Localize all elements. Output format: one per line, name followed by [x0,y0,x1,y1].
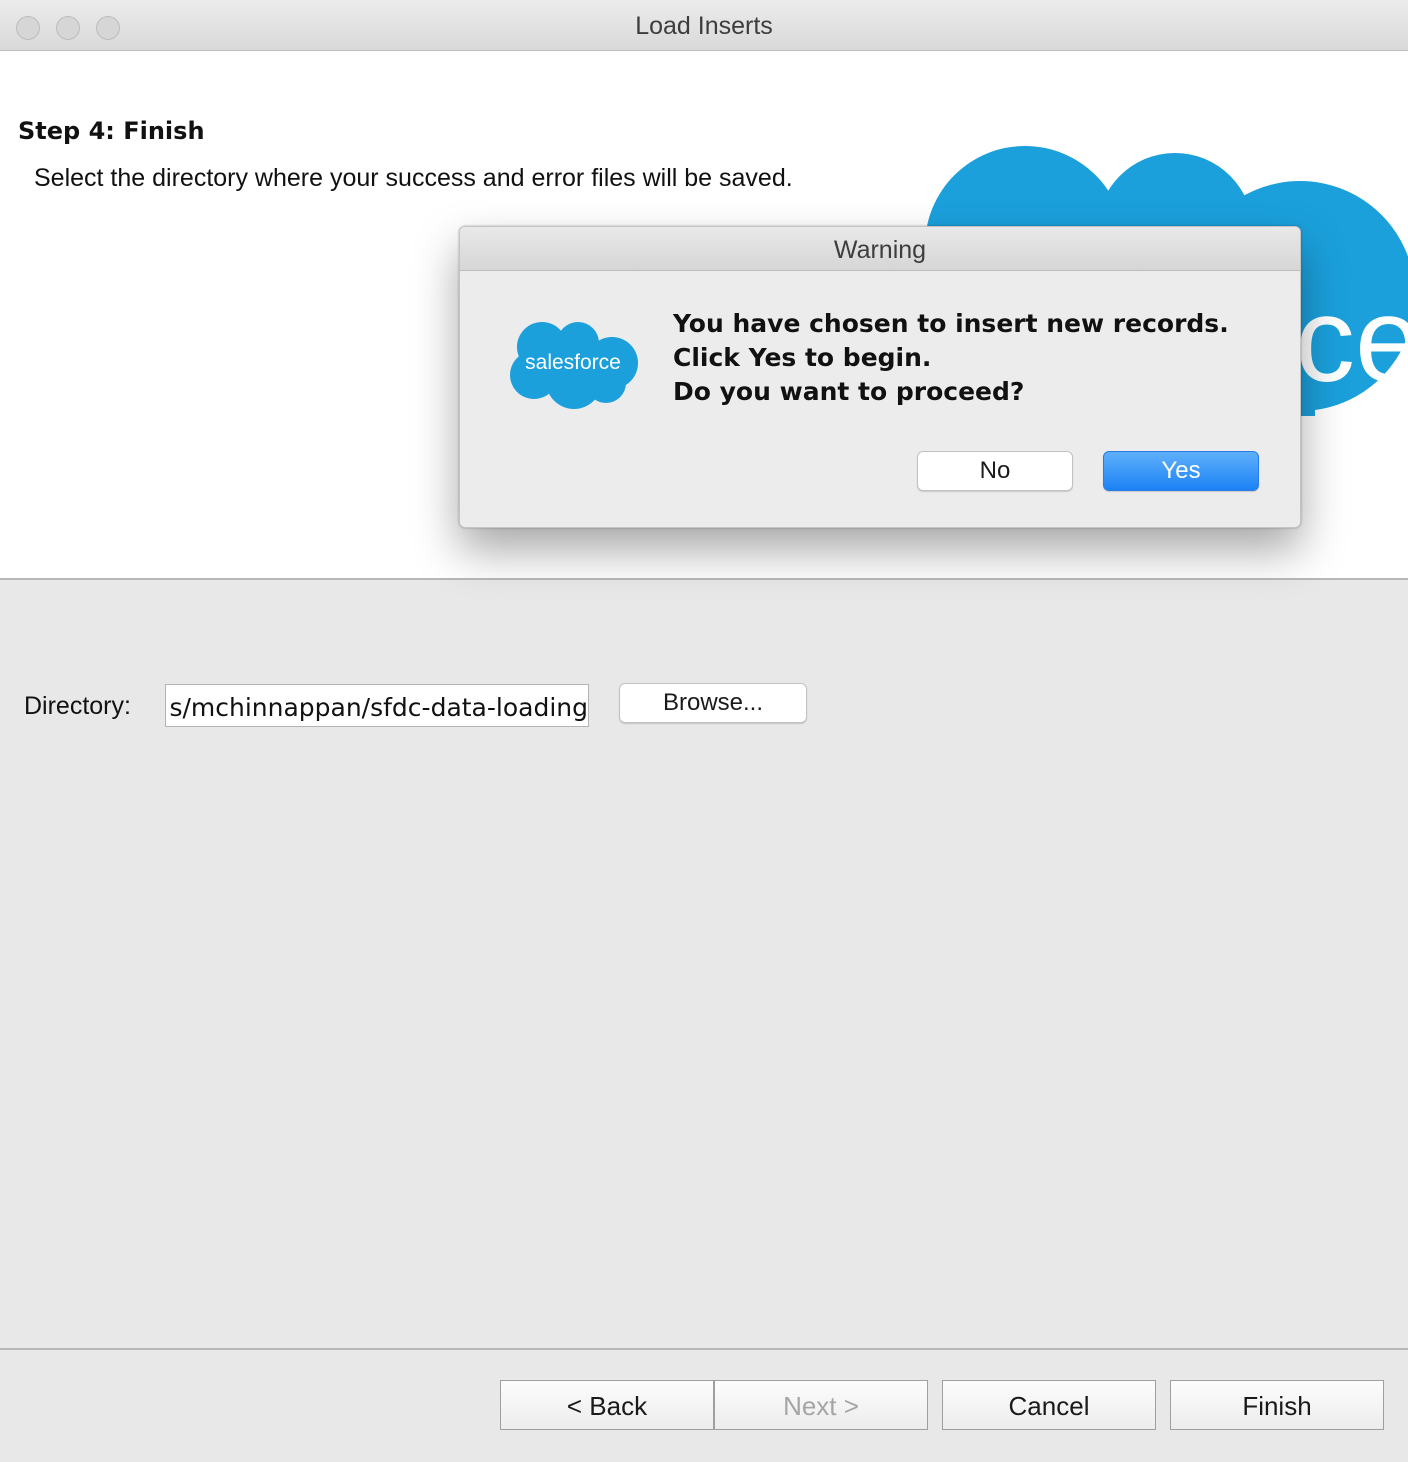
window-title: Load Inserts [635,12,773,40]
dialog-titlebar: Warning [460,227,1300,271]
dialog-message: You have chosen to insert new records. C… [673,307,1229,409]
cancel-button[interactable]: Cancel [942,1380,1156,1430]
message-line: Do you want to proceed? [673,377,1025,406]
finish-button[interactable]: Finish [1170,1380,1384,1430]
directory-value: s/mchinnappan/sfdc-data-loading [169,693,588,722]
browse-button[interactable]: Browse... [619,683,807,723]
header-divider [0,578,1408,580]
step-description: Select the directory where your success … [34,164,793,192]
window-titlebar: Load Inserts [0,0,1408,51]
back-button[interactable]: < Back [500,1380,714,1430]
footer-divider [0,1348,1408,1350]
message-line: You have chosen to insert new records. [673,309,1229,338]
next-button[interactable]: Next > [714,1380,928,1430]
warning-dialog: Warning salesforce You have chosen to in… [459,226,1301,528]
logo-text: salesforce [525,351,621,374]
directory-field[interactable]: s/mchinnappan/sfdc-data-loading [165,684,589,727]
no-button[interactable]: No [917,451,1073,491]
dialog-title: Warning [833,236,927,264]
step-title: Step 4: Finish [18,117,205,145]
message-line: Click Yes to begin. [673,343,932,372]
load-inserts-window: Load Inserts Step 4: Finish Select the d… [0,0,1408,1462]
salesforce-logo-icon: salesforce [510,322,638,409]
yes-button[interactable]: Yes [1103,451,1259,491]
svg-text:ce: ce [1295,273,1408,407]
directory-label: Directory: [24,692,131,720]
